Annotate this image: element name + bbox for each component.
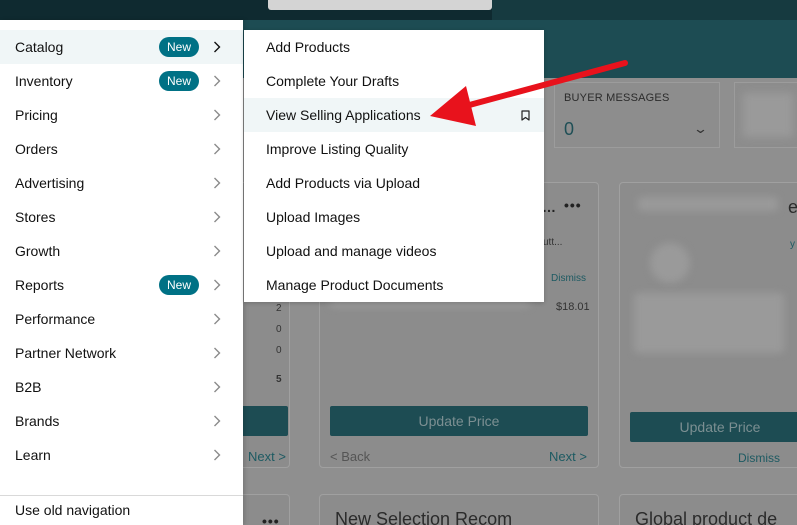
update-price-button[interactable]: Update Price	[330, 406, 588, 436]
chevron-down-icon: ⌄	[692, 121, 709, 136]
more-options-icon[interactable]: •••	[262, 513, 280, 525]
chevron-right-icon	[209, 73, 225, 89]
dismiss-link[interactable]: Dismiss	[738, 451, 780, 465]
submenu-item-label: Manage Product Documents	[266, 277, 444, 293]
nav-item-pricing[interactable]: Pricing	[0, 98, 243, 132]
nav-item-label: Growth	[15, 243, 61, 259]
submenu-item-label: View Selling Applications	[266, 107, 421, 123]
nav-item-label: Partner Network	[15, 345, 117, 361]
submenu-item-label: Upload and manage videos	[266, 243, 437, 259]
chevron-right-icon	[209, 39, 225, 55]
stat-number: 0	[276, 345, 282, 356]
chevron-right-icon	[209, 175, 225, 191]
bookmark-icon[interactable]	[518, 108, 532, 122]
nav-item-label: Orders	[15, 141, 58, 157]
chevron-right-icon	[209, 379, 225, 395]
primary-navigation: Catalog New Inventory New Pricing Orders…	[0, 20, 243, 525]
nav-item-label: B2B	[15, 379, 42, 395]
card-subtitle-fragment: y	[790, 239, 795, 250]
chevron-right-icon	[209, 141, 225, 157]
metric-widget	[734, 82, 797, 148]
new-selection-title: New Selection Recom	[335, 509, 513, 525]
nav-item-reports[interactable]: Reports New	[0, 268, 243, 302]
card-title-ellipsis: …	[542, 199, 557, 215]
chevron-right-icon	[209, 413, 225, 429]
chevron-right-icon	[209, 447, 225, 463]
buyer-messages-value: 0	[564, 119, 575, 139]
card-title-fragment: e	[788, 197, 797, 217]
nav-item-brands[interactable]: Brands	[0, 404, 243, 438]
submenu-item-label: Add Products via Upload	[266, 175, 421, 191]
chevron-right-icon	[209, 209, 225, 225]
more-options-icon[interactable]: •••	[564, 197, 582, 213]
use-old-navigation-label: Use old navigation	[15, 502, 131, 518]
nav-item-growth[interactable]: Growth	[0, 234, 243, 268]
card-bottom-middle: New Selection Recom	[319, 494, 599, 525]
card-subtitle: utt...	[543, 237, 563, 248]
nav-item-label: Stores	[15, 209, 56, 225]
nav-item-learn[interactable]: Learn	[0, 438, 243, 472]
nav-item-orders[interactable]: Orders	[0, 132, 243, 166]
chevron-right-icon	[209, 243, 225, 259]
nav-item-performance[interactable]: Performance	[0, 302, 243, 336]
nav-item-inventory[interactable]: Inventory New	[0, 64, 243, 98]
nav-item-label: Advertising	[15, 175, 85, 191]
top-search-bar	[268, 0, 492, 10]
nav-item-advertising[interactable]: Advertising	[0, 166, 243, 200]
new-badge: New	[158, 275, 199, 295]
submenu-item-label: Complete Your Drafts	[266, 73, 400, 89]
global-product-title: Global product de	[635, 509, 778, 525]
chevron-right-icon	[209, 345, 225, 361]
nav-item-b2b[interactable]: B2B	[0, 370, 243, 404]
nav-item-label: Performance	[15, 311, 96, 327]
nav-item-label: Learn	[15, 447, 51, 463]
nav-item-partner-network[interactable]: Partner Network	[0, 336, 243, 370]
submenu-item-label: Add Products	[266, 39, 351, 55]
stat-number: 2	[276, 303, 282, 314]
stat-number: 0	[276, 324, 282, 335]
nav-item-label: Reports	[15, 277, 65, 293]
submenu-item-complete-your-drafts[interactable]: Complete Your Drafts	[244, 64, 544, 98]
next-link[interactable]: Next >	[248, 449, 286, 464]
chevron-right-icon	[209, 311, 225, 327]
nav-item-label: Catalog	[15, 39, 64, 55]
chevron-right-icon	[209, 107, 225, 123]
catalog-submenu: Add Products Complete Your Drafts View S…	[244, 30, 544, 302]
new-badge: New	[158, 71, 199, 91]
update-price-button[interactable]: Update Price	[630, 412, 797, 442]
chevron-right-icon	[209, 277, 225, 293]
top-bar-right	[492, 0, 797, 20]
nav-item-label: Pricing	[15, 107, 58, 123]
stat-number: 5	[276, 374, 282, 385]
card-bottom-right: Global product de	[619, 494, 797, 525]
submenu-item-label: Improve Listing Quality	[266, 141, 409, 157]
card-price: $18.01	[556, 301, 590, 313]
buyer-messages-label: BUYER MESSAGES	[564, 92, 670, 104]
use-old-navigation-link[interactable]: Use old navigation	[0, 493, 243, 525]
new-badge: New	[158, 37, 199, 57]
next-link[interactable]: Next >	[549, 449, 587, 464]
nav-item-label: Brands	[15, 413, 60, 429]
nav-item-catalog[interactable]: Catalog New	[0, 30, 243, 64]
submenu-item-label: Upload Images	[266, 209, 361, 225]
nav-item-stores[interactable]: Stores	[0, 200, 243, 234]
submenu-item-manage-product-documents[interactable]: Manage Product Documents	[244, 268, 544, 302]
buyer-messages-widget: BUYER MESSAGES 0 ⌄	[554, 82, 720, 148]
submenu-item-add-products-via-upload[interactable]: Add Products via Upload	[244, 166, 544, 200]
submenu-item-upload-and-manage-videos[interactable]: Upload and manage videos	[244, 234, 544, 268]
submenu-item-add-products[interactable]: Add Products	[244, 30, 544, 64]
submenu-item-improve-listing-quality[interactable]: Improve Listing Quality	[244, 132, 544, 166]
submenu-item-view-selling-applications[interactable]: View Selling Applications	[244, 98, 544, 132]
card-dismiss-link[interactable]: Dismiss	[551, 273, 586, 284]
back-link[interactable]: < Back	[330, 449, 370, 464]
nav-item-label: Inventory	[15, 73, 73, 89]
submenu-item-upload-images[interactable]: Upload Images	[244, 200, 544, 234]
card-right: e y Update Price Dismiss	[619, 182, 797, 468]
